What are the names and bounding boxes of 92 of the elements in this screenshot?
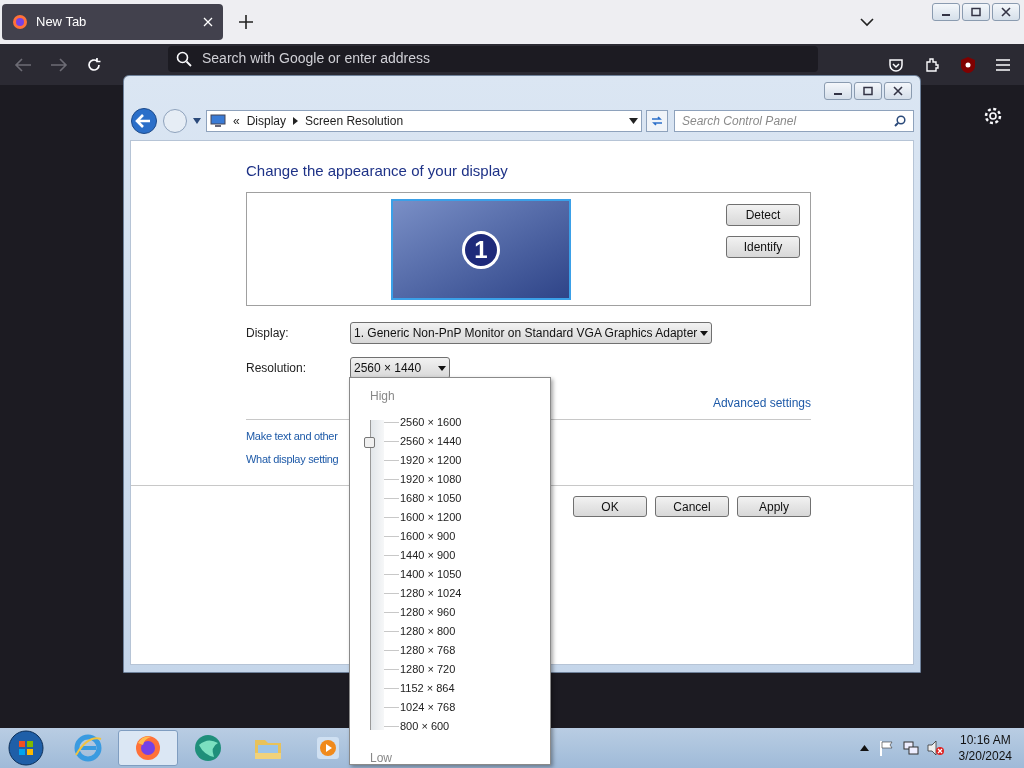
- minimize-button[interactable]: [824, 81, 852, 100]
- breadcrumb-item[interactable]: Screen Resolution: [305, 112, 404, 130]
- side-button[interactable]: Identify: [726, 236, 800, 258]
- monitor-icon: [210, 114, 226, 128]
- globe-icon: [192, 733, 224, 763]
- close-icon: [1000, 7, 1012, 17]
- resolution-option[interactable]: 2560 × 1600: [400, 414, 462, 431]
- resolution-option[interactable]: 1600 × 900: [400, 528, 456, 545]
- search-icon[interactable]: [894, 115, 906, 127]
- browser-tab[interactable]: New Tab: [2, 4, 223, 40]
- help-link[interactable]: Make text and other: [246, 429, 338, 444]
- resolution-option[interactable]: 1280 × 960: [400, 604, 456, 621]
- forward-icon[interactable]: [50, 56, 68, 73]
- dialog-button[interactable]: Cancel: [655, 496, 729, 517]
- minimize-button[interactable]: [932, 3, 960, 21]
- resolution-option[interactable]: 1680 × 1050: [400, 490, 462, 507]
- dialog-button[interactable]: Apply: [737, 496, 811, 517]
- side-button[interactable]: Detect: [726, 204, 800, 226]
- resolution-slider[interactable]: [364, 420, 384, 730]
- breadcrumb-item[interactable]: Display: [246, 112, 287, 130]
- shield-icon[interactable]: [960, 55, 976, 74]
- settings-icon[interactable]: [984, 107, 1002, 125]
- network-icon[interactable]: [902, 740, 919, 756]
- resolution-dropdown[interactable]: 2560 × 1440: [350, 357, 450, 379]
- close-button[interactable]: [884, 81, 912, 100]
- restore-button[interactable]: [962, 3, 990, 21]
- monitor-drawing[interactable]: 1: [391, 199, 571, 300]
- resolution-option[interactable]: 1280 × 1024: [400, 585, 462, 602]
- advanced-settings-link[interactable]: Advanced settings: [712, 394, 811, 412]
- close-icon: [892, 85, 904, 96]
- resolution-option[interactable]: 1440 × 900: [400, 547, 456, 564]
- display-dropdown[interactable]: 1. Generic Non-PnP Monitor on Standard VGA Graphics Adapter: [350, 322, 712, 344]
- caret-icon[interactable]: [192, 117, 202, 125]
- caret-icon: [700, 330, 708, 336]
- search-icon: [176, 50, 192, 67]
- resolution-option[interactable]: 1280 × 768: [400, 642, 456, 659]
- refresh-button[interactable]: [646, 110, 668, 132]
- resolution-option[interactable]: 1024 × 768: [400, 699, 456, 716]
- search-field[interactable]: Search Control Panel: [674, 110, 914, 132]
- low-label: Low: [370, 750, 393, 766]
- caret-icon[interactable]: [629, 118, 638, 124]
- breadcrumb-prefix: «: [233, 113, 240, 130]
- chevron-right-icon: [293, 117, 299, 125]
- high-label: High: [370, 388, 396, 404]
- search-placeholder: Search Control Panel: [682, 113, 798, 130]
- taskbar-app[interactable]: [118, 730, 178, 766]
- refresh-icon: [650, 115, 664, 127]
- tray-arrow-icon[interactable]: [859, 745, 869, 751]
- pocket-icon[interactable]: [888, 56, 904, 73]
- resolution-option[interactable]: 1920 × 1200: [400, 452, 462, 469]
- minimize-icon: [942, 14, 950, 16]
- resolution-option[interactable]: 1280 × 800: [400, 623, 456, 640]
- address-bar[interactable]: Search with Google or enter address: [168, 45, 818, 72]
- puzzle-icon[interactable]: [924, 56, 940, 73]
- address-bar[interactable]: « Display Screen Resolution: [206, 110, 642, 132]
- maximize-icon: [970, 7, 982, 17]
- start-orb-icon[interactable]: [6, 729, 46, 767]
- resolution-option[interactable]: 2560 × 1440: [400, 433, 462, 450]
- clock-date: 3/20/2024: [958, 748, 1012, 764]
- minimize-icon: [834, 92, 842, 95]
- maximize-icon: [862, 85, 874, 96]
- close-button[interactable]: [992, 3, 1020, 21]
- muted-speaker-icon[interactable]: [926, 740, 945, 756]
- resolution-option[interactable]: 800 × 600: [400, 718, 450, 735]
- new-tab-icon[interactable]: [239, 15, 253, 29]
- firefox-icon: [12, 14, 28, 30]
- address-placeholder: Search with Google or enter address: [202, 49, 430, 68]
- firefox-icon: [133, 733, 163, 763]
- chevron-down-icon[interactable]: [860, 17, 874, 27]
- back-icon[interactable]: [130, 107, 158, 135]
- tab-title: New Tab: [36, 13, 88, 32]
- display-label: Display:: [246, 325, 290, 342]
- monitor-number: 1: [462, 230, 500, 269]
- flag-icon[interactable]: [878, 740, 895, 756]
- page-heading: Change the appearance of your display: [246, 161, 509, 181]
- maximize-button[interactable]: [854, 81, 882, 100]
- clock-time: 10:16 AM: [959, 732, 1011, 748]
- resolution-option[interactable]: 1280 × 720: [400, 661, 456, 678]
- browser-icon: [73, 733, 103, 763]
- slider-thumb[interactable]: [364, 437, 375, 448]
- reload-icon[interactable]: [86, 56, 102, 73]
- resolution-option[interactable]: 1920 × 1080: [400, 471, 462, 488]
- caret-icon: [438, 365, 446, 371]
- resolution-label: Resolution:: [246, 360, 308, 377]
- resolution-option[interactable]: 1600 × 1200: [400, 509, 462, 526]
- resolution-option[interactable]: 1152 × 864: [400, 680, 455, 697]
- resolution-option[interactable]: 1400 × 1050: [400, 566, 462, 583]
- close-icon[interactable]: [203, 17, 213, 27]
- help-link[interactable]: What display setting: [246, 452, 339, 467]
- menu-icon[interactable]: [996, 58, 1010, 71]
- media-player-icon: [316, 736, 340, 760]
- dialog-button[interactable]: OK: [573, 496, 647, 517]
